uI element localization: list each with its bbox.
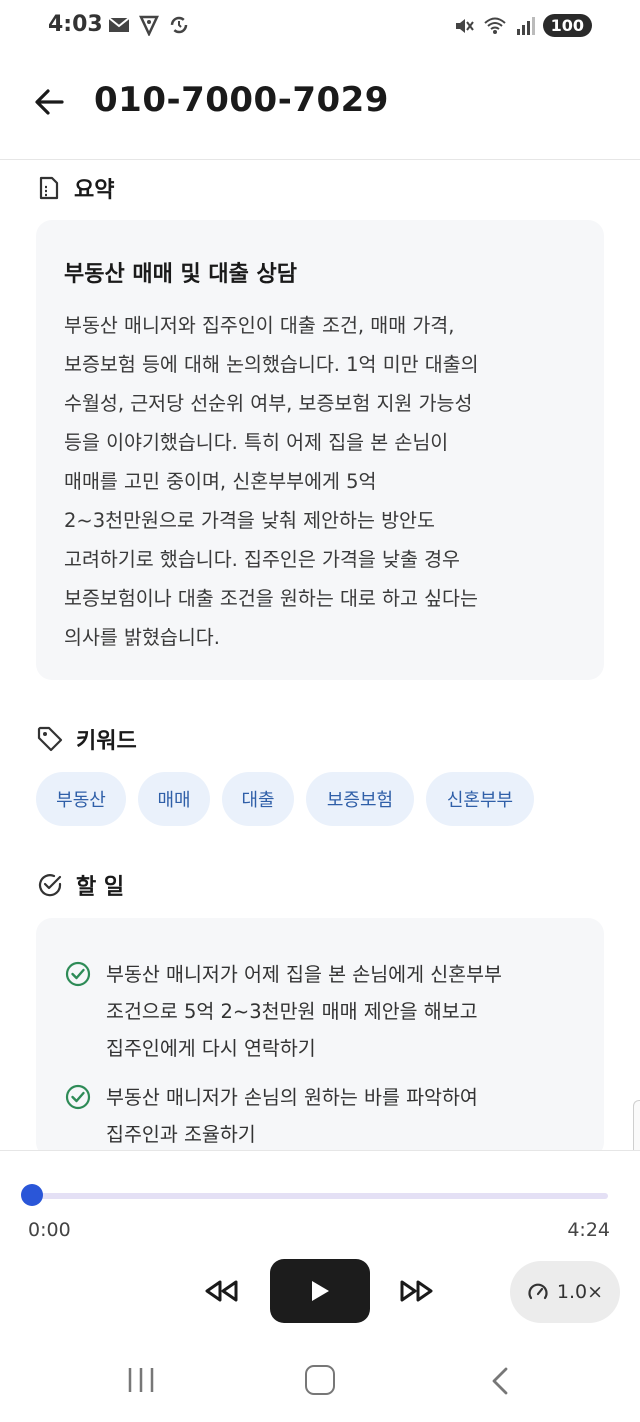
summary-section-header: 요약 [36, 172, 114, 204]
status-icons-right: 100 [453, 14, 592, 37]
keyword-chip[interactable]: 대출 [222, 772, 294, 826]
wifi-icon [483, 17, 506, 34]
check-circle-icon [65, 1084, 91, 1110]
keywords-section-label: 키워드 [76, 729, 137, 754]
todo-text: 부동산 매니저가 손님의 원하는 바를 파악하여 집주인과 조율하기 [106, 1086, 478, 1146]
keyword-chips: 부동산 매매 대출 보증보험 신혼부부 [36, 772, 534, 826]
playback-speed-button[interactable]: 1.0× [510, 1261, 620, 1323]
current-time: 0:00 [28, 1219, 71, 1241]
keyword-chip[interactable]: 부동산 [36, 772, 126, 826]
status-bar: 4:03 100 [0, 0, 640, 56]
todo-section-header: 할 일 [36, 869, 124, 901]
status-icons-left [108, 14, 190, 36]
progress-knob[interactable] [21, 1184, 43, 1206]
app-header: 010-7000-7029 [0, 56, 640, 160]
summary-section-label: 요약 [74, 178, 115, 203]
progress-track[interactable] [32, 1193, 608, 1199]
keyword-chip[interactable]: 보증보험 [306, 772, 414, 826]
back-arrow-icon[interactable] [32, 84, 68, 120]
battery-indicator: 100 [542, 14, 592, 37]
rewind-icon[interactable] [204, 1279, 240, 1303]
recent-apps-icon[interactable] [126, 1366, 156, 1394]
home-button[interactable] [305, 1365, 335, 1395]
keyword-chip[interactable]: 신혼부부 [426, 772, 534, 826]
speedometer-icon [528, 1283, 548, 1300]
check-circle-icon [38, 874, 62, 897]
system-nav-bar [0, 1340, 640, 1422]
tag-icon [37, 726, 63, 752]
todo-section-label: 할 일 [76, 875, 125, 900]
mail-icon [108, 17, 130, 32]
shield-icon [139, 15, 159, 36]
keywords-section-header: 키워드 [36, 723, 137, 755]
keyword-chip[interactable]: 매매 [138, 772, 210, 826]
status-time: 4:03 [48, 12, 103, 37]
mute-icon [455, 18, 474, 33]
document-icon [39, 176, 59, 200]
check-circle-icon [65, 961, 91, 987]
total-time: 4:24 [567, 1219, 610, 1241]
todo-item: 부동산 매니저가 손님의 원하는 바를 파악하여 집주인과 조율하기 [64, 1079, 580, 1153]
todo-text: 부동산 매니저가 어제 집을 본 손님에게 신혼부부 조건으로 5억 2~3천만… [106, 963, 502, 1060]
sync-icon [170, 16, 188, 34]
summary-card: 부동산 매매 및 대출 상담 부동산 매니저와 집주인이 대출 조건, 매매 가… [36, 220, 604, 680]
playback-speed-label: 1.0× [556, 1281, 604, 1303]
nav-back-icon[interactable] [488, 1366, 512, 1396]
page-title: 010-7000-7029 [94, 80, 389, 120]
summary-body: 부동산 매니저와 집주인이 대출 조건, 매매 가격, 보증보험 등에 대해 논… [64, 314, 479, 649]
signal-icon [516, 16, 535, 35]
audio-player: 0:00 4:24 1.0× [0, 1150, 640, 1340]
todo-item: 부동산 매니저가 어제 집을 본 손님에게 신혼부부 조건으로 5억 2~3천만… [64, 956, 580, 1067]
play-button[interactable] [270, 1259, 370, 1323]
todo-card: 부동산 매니저가 어제 집을 본 손님에게 신혼부부 조건으로 5억 2~3천만… [36, 918, 604, 1158]
fast-forward-icon[interactable] [398, 1279, 434, 1303]
play-icon [312, 1281, 329, 1301]
summary-title: 부동산 매매 및 대출 상담 [64, 262, 298, 287]
